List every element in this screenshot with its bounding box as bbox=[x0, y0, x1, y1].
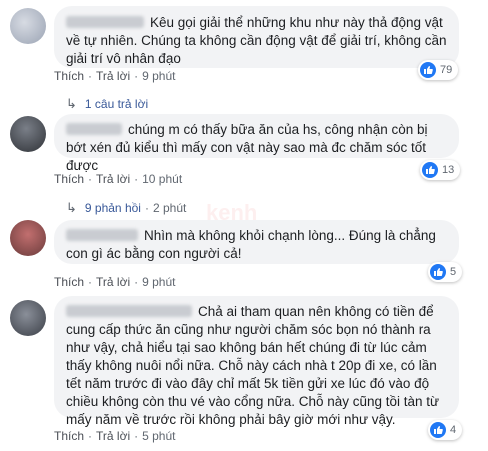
commenter-name-blurred[interactable] bbox=[66, 229, 138, 241]
reply-link[interactable]: Trả lời bbox=[96, 275, 130, 289]
comment-text: Chả ai tham quan nên không có tiền để cu… bbox=[66, 304, 440, 427]
view-replies[interactable]: ↳ 1 câu trả lời bbox=[66, 96, 148, 112]
comment-actions: Thích · Trả lời · 9 phút bbox=[54, 69, 176, 83]
timestamp[interactable]: 10 phút bbox=[142, 172, 182, 186]
replies-count[interactable]: 1 câu trả lời bbox=[85, 96, 148, 112]
thumbs-up-icon bbox=[430, 264, 446, 280]
comment-actions: Thích · Trả lời · 10 phút bbox=[54, 172, 183, 186]
comment-actions: Thích · Trả lời · 5 phút bbox=[54, 429, 176, 443]
commenter-name-blurred[interactable] bbox=[66, 123, 122, 135]
reply-arrow-icon: ↳ bbox=[66, 96, 77, 111]
timestamp[interactable]: 9 phút bbox=[142, 275, 175, 289]
reply-arrow-icon: ↳ bbox=[66, 200, 77, 215]
reaction-count[interactable]: 13 bbox=[420, 160, 461, 180]
reaction-count[interactable]: 5 bbox=[428, 262, 463, 282]
avatar[interactable] bbox=[10, 220, 46, 256]
timestamp[interactable]: 5 phút bbox=[142, 429, 175, 443]
timestamp[interactable]: 9 phút bbox=[142, 69, 175, 83]
reaction-number: 5 bbox=[450, 266, 457, 278]
reaction-number: 79 bbox=[440, 64, 453, 76]
replies-time: 2 phút bbox=[152, 201, 187, 215]
thumbs-up-icon bbox=[420, 62, 436, 78]
avatar[interactable] bbox=[10, 8, 46, 44]
like-link[interactable]: Thích bbox=[54, 69, 84, 83]
avatar[interactable] bbox=[10, 116, 46, 152]
like-link[interactable]: Thích bbox=[54, 172, 84, 186]
commenter-name-blurred[interactable] bbox=[66, 305, 192, 317]
comment-bubble: Chả ai tham quan nên không có tiền để cu… bbox=[54, 296, 459, 427]
reaction-count[interactable]: 79 bbox=[418, 60, 459, 80]
thumbs-up-icon bbox=[430, 422, 446, 438]
reaction-number: 13 bbox=[442, 164, 455, 176]
replies-count[interactable]: 9 phản hồi bbox=[85, 200, 141, 216]
reply-link[interactable]: Trả lời bbox=[96, 429, 130, 443]
comment-actions: Thích · Trả lời · 9 phút bbox=[54, 275, 176, 289]
like-link[interactable]: Thích bbox=[54, 275, 84, 289]
reaction-count[interactable]: 4 bbox=[428, 420, 463, 440]
reaction-number: 4 bbox=[450, 424, 457, 436]
commenter-name-blurred[interactable] bbox=[66, 16, 144, 28]
comment-bubble: Kêu gọi giải thể những khu như này thả đ… bbox=[54, 6, 459, 68]
reply-link[interactable]: Trả lời bbox=[96, 172, 130, 186]
like-link[interactable]: Thích bbox=[54, 429, 84, 443]
thumbs-up-icon bbox=[422, 162, 438, 178]
comment-bubble: chúng m có thấy bữa ăn của hs, công nhận… bbox=[54, 114, 459, 173]
view-replies[interactable]: ↳ 9 phản hồi · 2 phút bbox=[66, 200, 186, 216]
comment-bubble: Nhìn mà không khỏi chạnh lòng... Đúng là… bbox=[54, 220, 459, 264]
avatar[interactable] bbox=[10, 300, 46, 336]
reply-link[interactable]: Trả lời bbox=[96, 69, 130, 83]
